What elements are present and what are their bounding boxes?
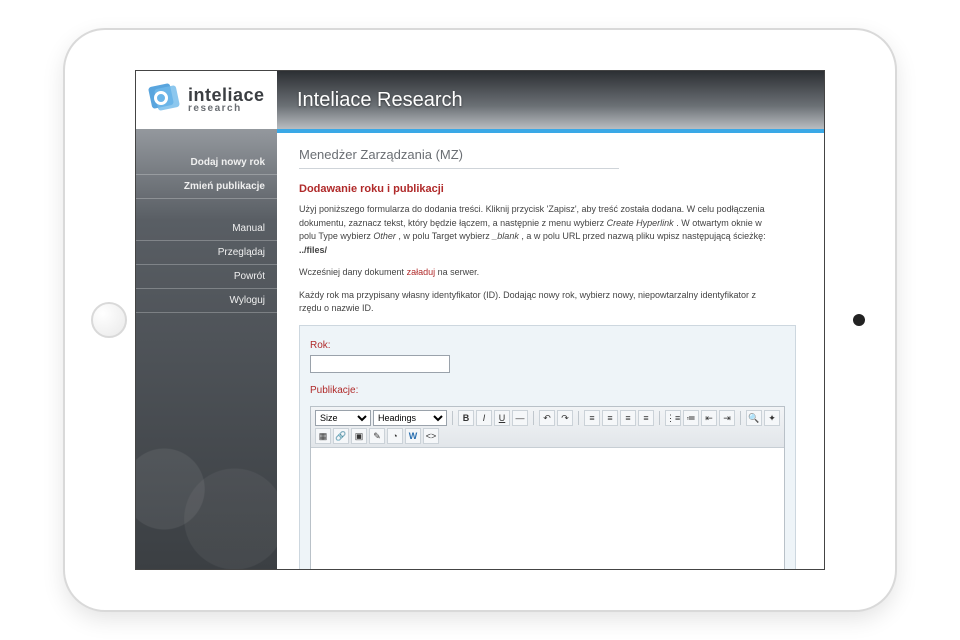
edit-button[interactable]: ✎: [369, 428, 385, 444]
list-ol-button[interactable]: ⋮≡: [665, 410, 681, 426]
form-area: Rok: Publikacje: Size Headings: [299, 325, 796, 570]
align-left-button[interactable]: ≡: [584, 410, 600, 426]
editor-toolbar: Size Headings B I U —: [311, 407, 784, 448]
nav-browse[interactable]: Przeglądaj: [136, 241, 277, 265]
upload-link[interactable]: załaduj: [407, 267, 436, 277]
home-button[interactable]: [91, 302, 127, 338]
nav-back[interactable]: Powrót: [136, 265, 277, 289]
label-year: Rok:: [310, 340, 785, 351]
list-ul-button[interactable]: ≔: [683, 410, 699, 426]
special-button[interactable]: ✦: [764, 410, 780, 426]
logo-text: inteliace research: [188, 86, 265, 114]
content: Menedżer Zarządzania (MZ) Dodawanie roku…: [277, 133, 824, 569]
font-size-select[interactable]: Size: [315, 410, 371, 426]
separator-icon: [452, 411, 453, 425]
section-title: Menedżer Zarządzania (MZ): [299, 147, 796, 162]
separator-icon: [659, 411, 660, 425]
align-center-button[interactable]: ≡: [602, 410, 618, 426]
sidebar-nav: Dodaj nowy rok Zmień publikacje Manual P…: [136, 151, 277, 313]
nav-group-secondary: Manual Przeglądaj Powrót Wyloguj: [136, 217, 277, 313]
strike-button[interactable]: —: [512, 410, 528, 426]
nav-change-pubs[interactable]: Zmień publikacje: [136, 175, 277, 199]
rich-editor: Size Headings B I U —: [310, 406, 785, 570]
source-button[interactable]: <>: [423, 428, 439, 444]
brand-name: inteliace: [188, 86, 265, 104]
underline-button[interactable]: U: [494, 410, 510, 426]
redo-button[interactable]: ↷: [557, 410, 573, 426]
italic-button[interactable]: I: [476, 410, 492, 426]
editor-body[interactable]: [311, 448, 784, 570]
outdent-button[interactable]: ⇤: [701, 410, 717, 426]
page-title: Inteliace Research: [297, 89, 463, 112]
year-input[interactable]: [310, 355, 450, 373]
separator-icon: [578, 411, 579, 425]
instructions-3: Każdy rok ma przypisany własny identyfik…: [299, 289, 769, 316]
instructions-2: Wcześniej dany dokument załaduj na serwe…: [299, 266, 769, 280]
titlebar: Inteliace Research: [277, 71, 824, 129]
sidebar: inteliace research Dodaj nowy rok Zmień …: [136, 71, 277, 569]
image-button[interactable]: ▣: [351, 428, 367, 444]
color-button[interactable]: ◔: [387, 428, 403, 444]
logo-mark-icon: [150, 85, 180, 115]
divider: [299, 168, 619, 169]
app-screen: inteliace research Dodaj nowy rok Zmień …: [135, 70, 825, 570]
table-button[interactable]: ▦: [315, 428, 331, 444]
undo-button[interactable]: ↶: [539, 410, 555, 426]
main: Inteliace Research Menedżer Zarządzania …: [277, 71, 824, 569]
logo[interactable]: inteliace research: [136, 71, 277, 129]
camera-dot: [853, 314, 865, 326]
separator-icon: [740, 411, 741, 425]
subheading: Dodawanie roku i publikacji: [299, 183, 796, 195]
label-publications: Publikacje:: [310, 385, 785, 396]
brand-sub: research: [188, 104, 265, 114]
nav-add-year[interactable]: Dodaj nowy rok: [136, 151, 277, 175]
nav-manual[interactable]: Manual: [136, 217, 277, 241]
bold-button[interactable]: B: [458, 410, 474, 426]
tablet-frame: inteliace research Dodaj nowy rok Zmień …: [65, 30, 895, 610]
indent-button[interactable]: ⇥: [719, 410, 735, 426]
nav-logout[interactable]: Wyloguj: [136, 289, 277, 313]
align-right-button[interactable]: ≡: [620, 410, 636, 426]
find-button[interactable]: 🔍: [746, 410, 762, 426]
align-justify-button[interactable]: ≡: [638, 410, 654, 426]
separator-icon: [533, 411, 534, 425]
nav-group-primary: Dodaj nowy rok Zmień publikacje: [136, 151, 277, 199]
link-button[interactable]: 🔗: [333, 428, 349, 444]
headings-select[interactable]: Headings: [373, 410, 447, 426]
word-button[interactable]: W: [405, 428, 421, 444]
instructions-1: Użyj poniższego formularza do dodania tr…: [299, 203, 769, 257]
